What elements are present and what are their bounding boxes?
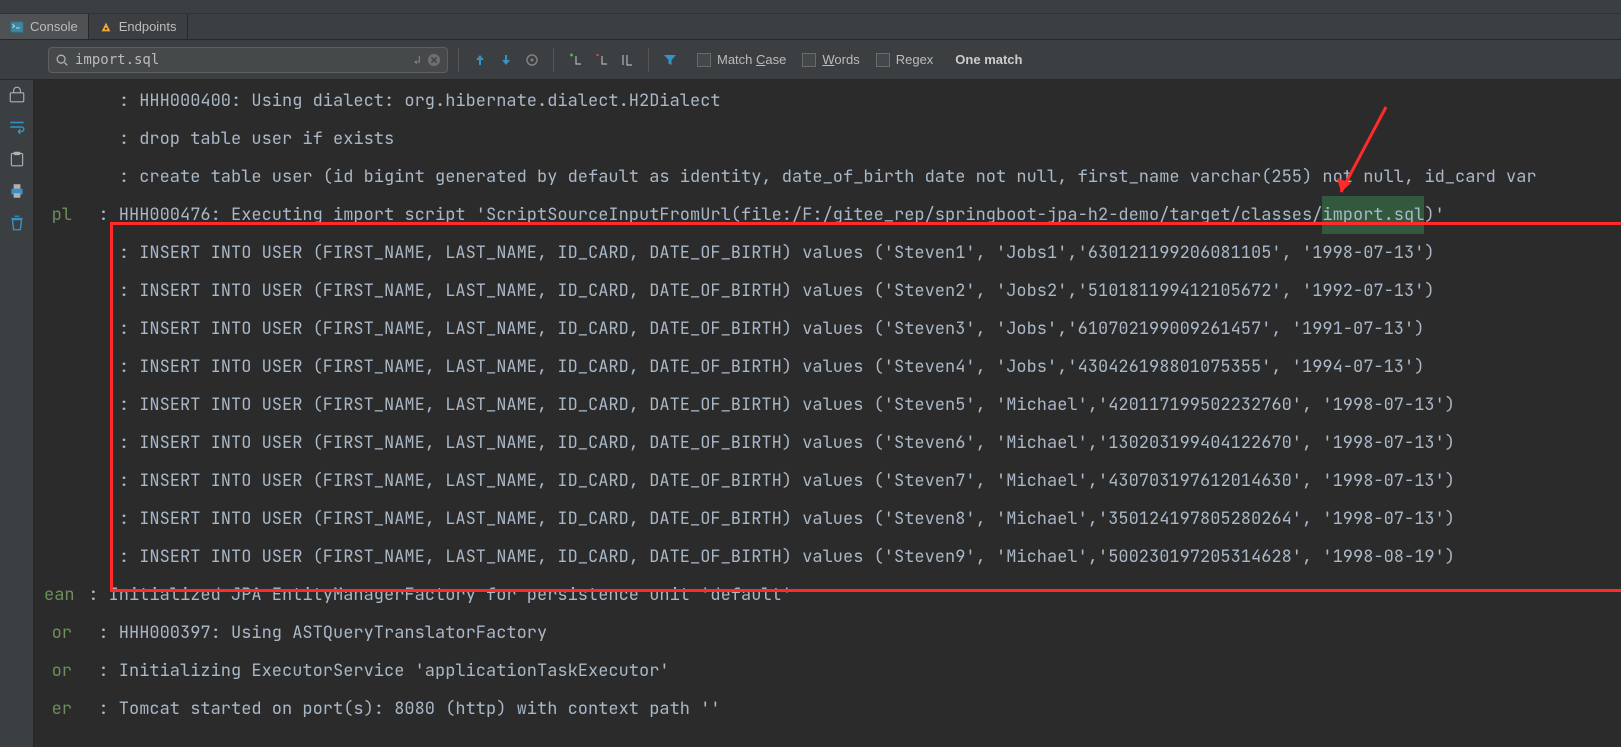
tab-console[interactable]: Console bbox=[0, 14, 89, 39]
checkbox-icon bbox=[802, 53, 816, 67]
log-line: or : Initializing ExecutorService 'appli… bbox=[44, 652, 1621, 690]
regex-checkbox[interactable]: Regex bbox=[876, 52, 934, 67]
log-line: : INSERT INTO USER (FIRST_NAME, LAST_NAM… bbox=[44, 500, 1621, 538]
match-case-checkbox[interactable]: Match Case bbox=[697, 52, 786, 67]
remove-selection-button[interactable] bbox=[590, 49, 612, 71]
search-field-wrap[interactable]: ↲ bbox=[48, 47, 448, 73]
search-input[interactable] bbox=[75, 52, 408, 68]
words-checkbox[interactable]: Words bbox=[802, 52, 859, 67]
regex-label: Regex bbox=[896, 52, 934, 67]
left-action-gutter bbox=[0, 80, 34, 747]
select-all-occurrences-button[interactable] bbox=[616, 49, 638, 71]
soft-wrap-icon[interactable] bbox=[8, 118, 26, 136]
tool-window-tabs: Console Endpoints bbox=[0, 14, 1621, 40]
endpoints-icon bbox=[99, 20, 113, 34]
separator bbox=[648, 48, 649, 72]
log-line: : INSERT INTO USER (FIRST_NAME, LAST_NAM… bbox=[44, 234, 1621, 272]
match-count-label: One match bbox=[955, 52, 1022, 67]
filter-button[interactable] bbox=[659, 49, 681, 71]
trash-icon[interactable] bbox=[8, 214, 26, 232]
checkbox-icon bbox=[697, 53, 711, 67]
minus-caret-icon bbox=[593, 52, 609, 68]
console-output[interactable]: : HHH000400: Using dialect: org.hibernat… bbox=[34, 80, 1621, 747]
tab-endpoints[interactable]: Endpoints bbox=[89, 14, 188, 39]
arrow-down-icon bbox=[498, 52, 514, 68]
clipboard-icon[interactable] bbox=[8, 150, 26, 168]
select-all-button[interactable] bbox=[521, 49, 543, 71]
log-line: : create table user (id bigint generated… bbox=[44, 158, 1621, 196]
window-titlebar bbox=[0, 0, 1621, 14]
funnel-icon bbox=[662, 52, 678, 68]
log-line: er : Tomcat started on port(s): 8080 (ht… bbox=[44, 690, 1621, 728]
log-line: : INSERT INTO USER (FIRST_NAME, LAST_NAM… bbox=[44, 310, 1621, 348]
tab-endpoints-label: Endpoints bbox=[119, 19, 177, 34]
search-icon bbox=[55, 53, 69, 67]
add-selection-button[interactable] bbox=[564, 49, 586, 71]
log-line: : INSERT INTO USER (FIRST_NAME, LAST_NAM… bbox=[44, 462, 1621, 500]
log-line: or : HHH000397: Using ASTQueryTranslator… bbox=[44, 614, 1621, 652]
log-line: : drop table user if exists bbox=[44, 120, 1621, 158]
double-caret-icon bbox=[619, 52, 635, 68]
log-line: : INSERT INTO USER (FIRST_NAME, LAST_NAM… bbox=[44, 272, 1621, 310]
separator bbox=[553, 48, 554, 72]
separator bbox=[458, 48, 459, 72]
log-line: : INSERT INTO USER (FIRST_NAME, LAST_NAM… bbox=[44, 386, 1621, 424]
log-line: pl : HHH000476: Executing import script … bbox=[44, 196, 1621, 234]
next-match-button[interactable] bbox=[495, 49, 517, 71]
print-icon[interactable] bbox=[8, 182, 26, 200]
log-line: : INSERT INTO USER (FIRST_NAME, LAST_NAM… bbox=[44, 538, 1621, 576]
find-toolbar: ↲ Match Case Words Regex One match bbox=[0, 40, 1621, 80]
checkbox-icon bbox=[876, 53, 890, 67]
target-icon bbox=[524, 52, 540, 68]
terminal-icon bbox=[10, 20, 24, 34]
log-line: : INSERT INTO USER (FIRST_NAME, LAST_NAM… bbox=[44, 424, 1621, 462]
arrow-up-icon bbox=[472, 52, 488, 68]
log-line: : INSERT INTO USER (FIRST_NAME, LAST_NAM… bbox=[44, 348, 1621, 386]
log-line: ean : Initialized JPA EntityManagerFacto… bbox=[44, 576, 1621, 614]
scroll-lock-icon[interactable] bbox=[8, 86, 26, 104]
newline-icon: ↲ bbox=[414, 53, 421, 67]
clear-search-icon[interactable] bbox=[427, 53, 441, 67]
tab-console-label: Console bbox=[30, 19, 78, 34]
plus-caret-icon bbox=[567, 52, 583, 68]
prev-match-button[interactable] bbox=[469, 49, 491, 71]
search-highlight: import.sql bbox=[1322, 196, 1424, 234]
log-line: : HHH000400: Using dialect: org.hibernat… bbox=[44, 82, 1621, 120]
